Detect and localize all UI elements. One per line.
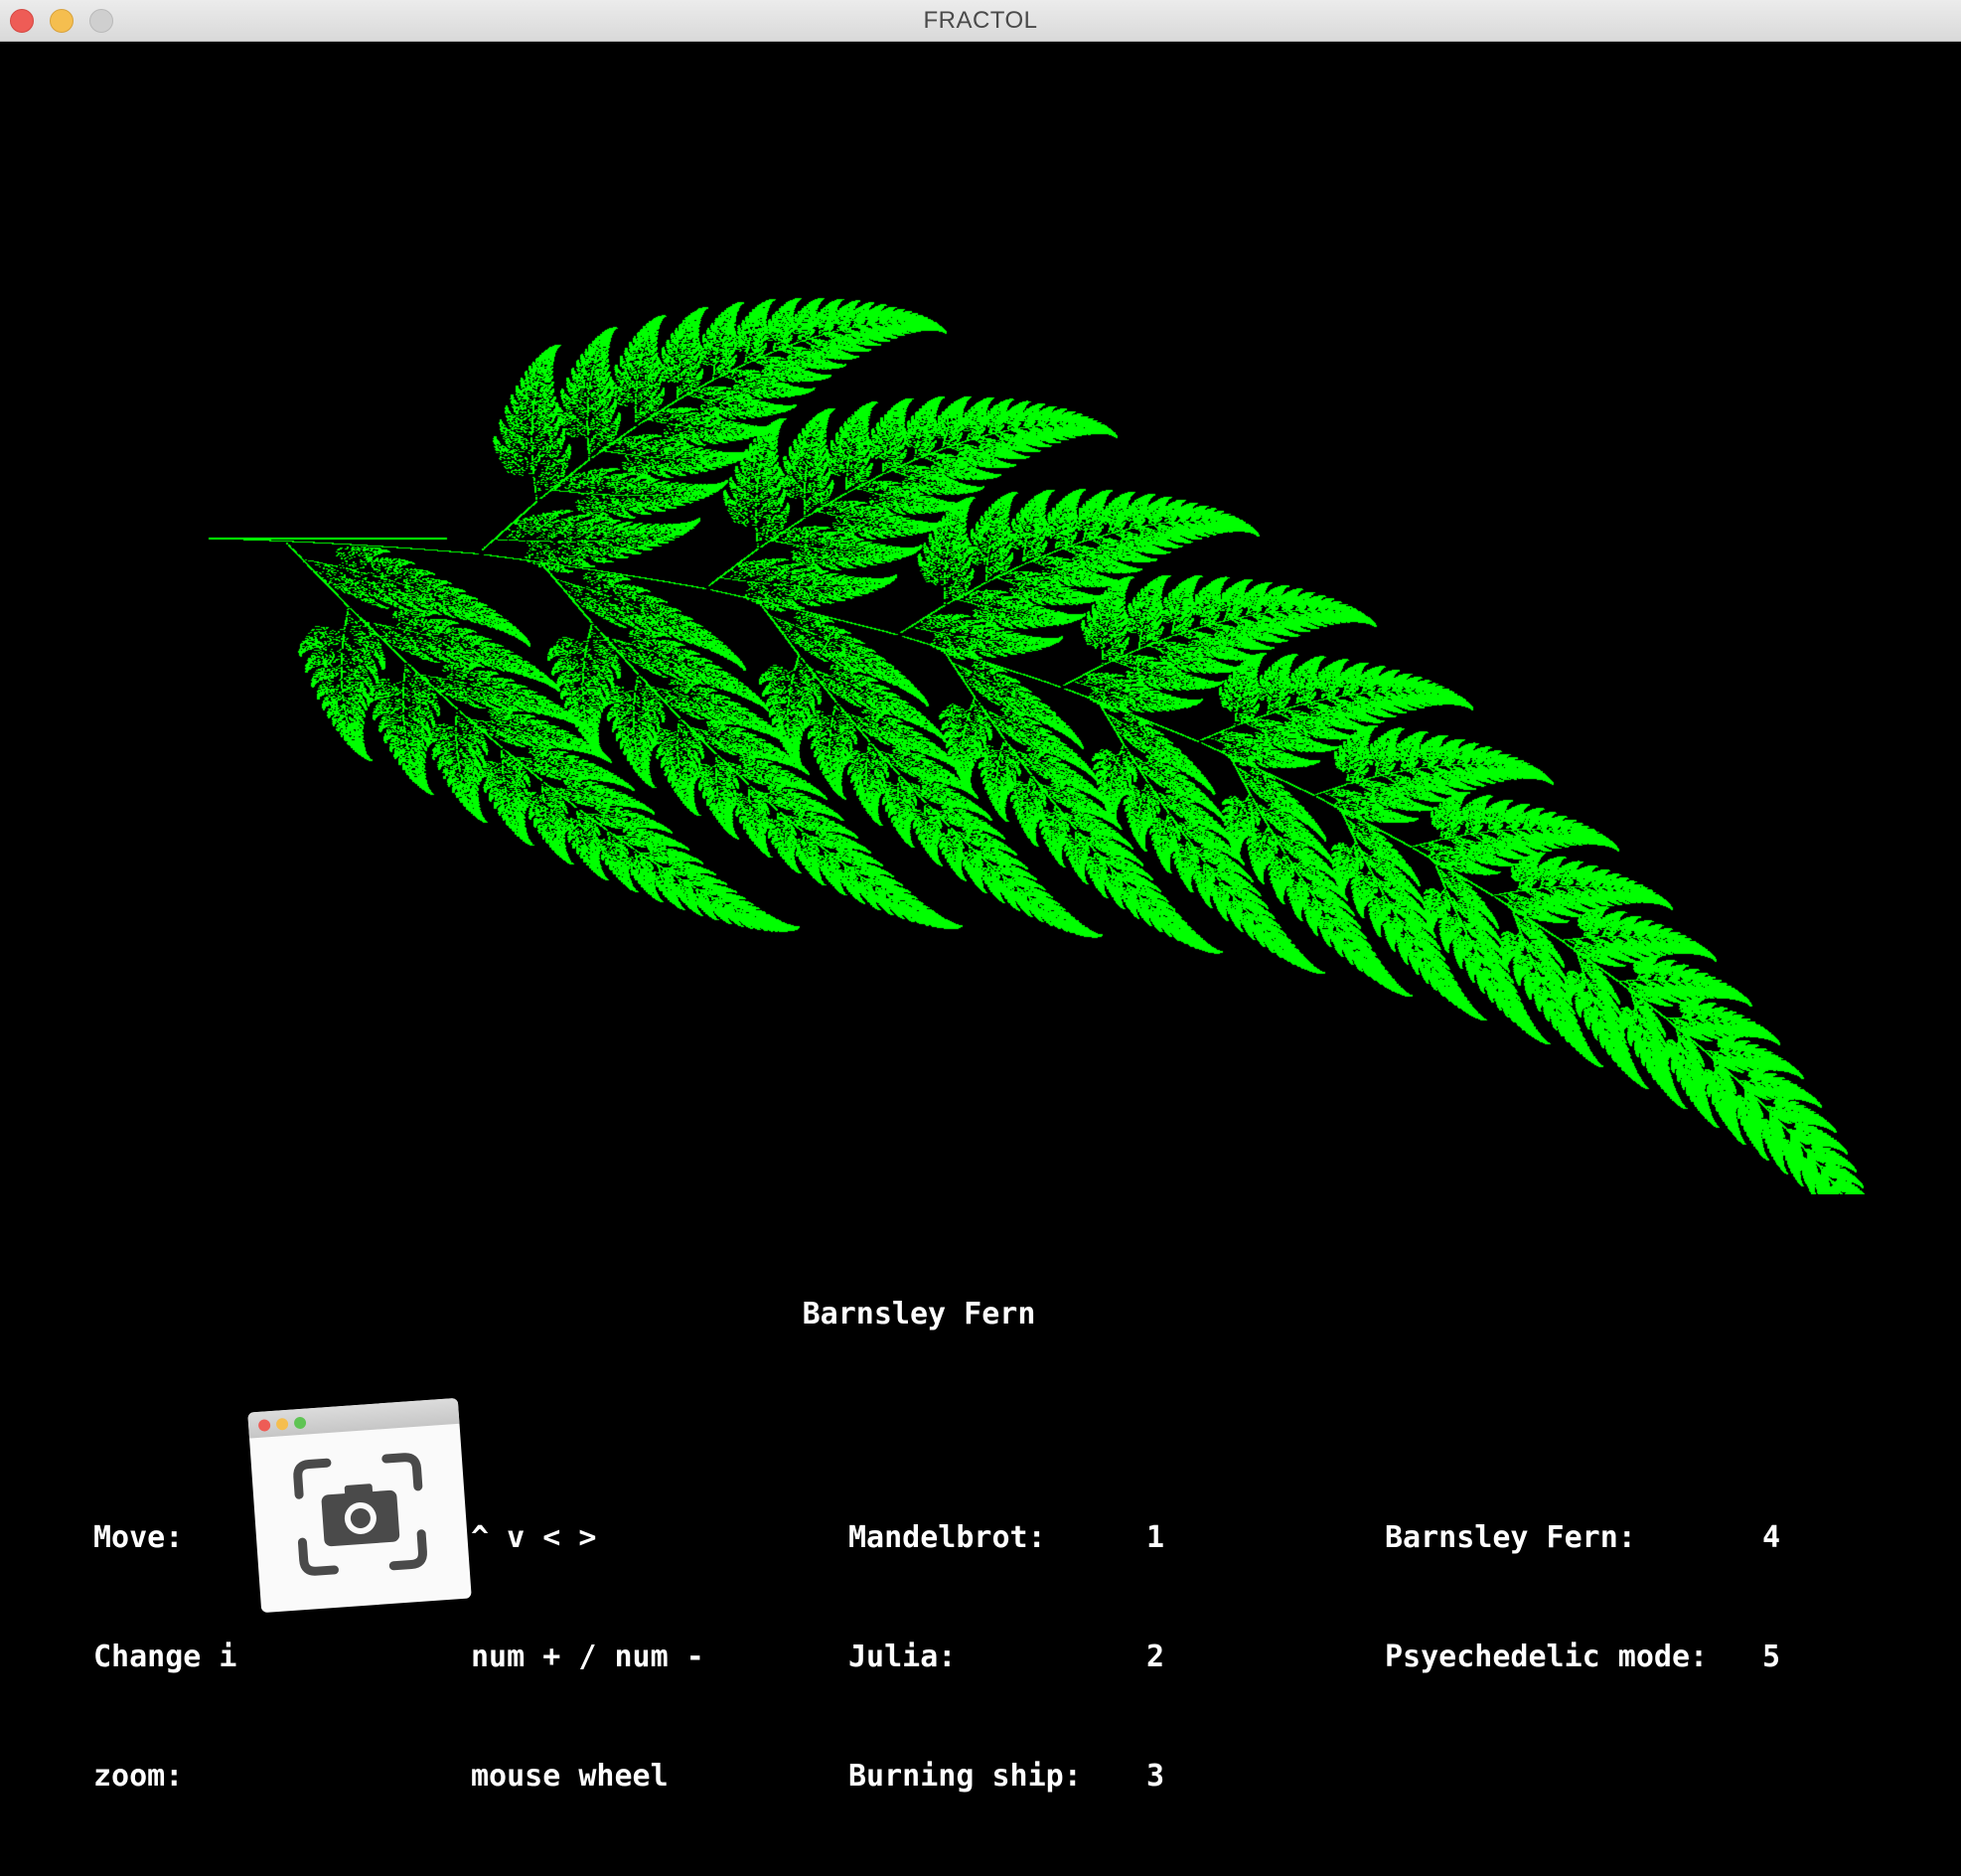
move-label: Move: <box>93 1520 184 1555</box>
fractal-canvas[interactable]: Barnsley Fern Move: Change i zoom: ^ v <… <box>0 42 1961 1794</box>
burning-ship-label: Burning ship: <box>848 1759 1082 1794</box>
iteration-keys: num + / num - <box>471 1640 704 1674</box>
window-title: FRACTOL <box>923 7 1038 34</box>
fractol-window: FRACTOL Barnsley Fern Move: Change i zoo… <box>0 0 1961 1794</box>
fractal-key-labels: Mandelbrot: Julia: Burning ship: <box>848 1439 1082 1876</box>
thumbnail-minimize-dot <box>275 1417 289 1431</box>
barnsley-fern-render[interactable] <box>0 42 1961 1194</box>
screenshot-thumbnail[interactable] <box>247 1397 472 1614</box>
psychedelic-mode-label: Psyechedelic mode: <box>1385 1640 1709 1674</box>
controls-labels: Move: Change i zoom: <box>93 1439 237 1876</box>
julia-key: 2 <box>1146 1640 1165 1674</box>
zoom-keys: mouse wheel <box>471 1759 669 1794</box>
barnsley-fern-key: 4 <box>1762 1520 1781 1555</box>
julia-label: Julia: <box>848 1640 957 1674</box>
fractal-key-labels-2: Barnsley Fern: Psyechedelic mode: <box>1385 1439 1708 1757</box>
fractal-name-label: Barnsley Fern <box>802 1297 1036 1331</box>
title-bar[interactable]: FRACTOL <box>0 0 1961 42</box>
fractal-key-values: 1 2 3 <box>1146 1439 1254 1876</box>
move-keys: ^ v < > <box>471 1520 597 1555</box>
thumbnail-close-dot <box>257 1419 271 1432</box>
mandelbrot-key: 1 <box>1146 1520 1165 1555</box>
mandelbrot-label: Mandelbrot: <box>848 1520 1046 1555</box>
controls-values: ^ v < > num + / num - mouse wheel <box>471 1439 704 1876</box>
thumbnail-zoom-dot <box>293 1416 307 1430</box>
iteration-label: Change i <box>93 1640 237 1674</box>
burning-ship-key: 3 <box>1146 1759 1165 1794</box>
fractal-key-values-2: 4 5 <box>1762 1439 1870 1757</box>
barnsley-fern-label: Barnsley Fern: <box>1385 1520 1636 1555</box>
screenshot-camera-icon <box>293 1453 427 1576</box>
zoom-label: zoom: <box>93 1759 184 1794</box>
psychedelic-mode-key: 5 <box>1762 1640 1781 1674</box>
